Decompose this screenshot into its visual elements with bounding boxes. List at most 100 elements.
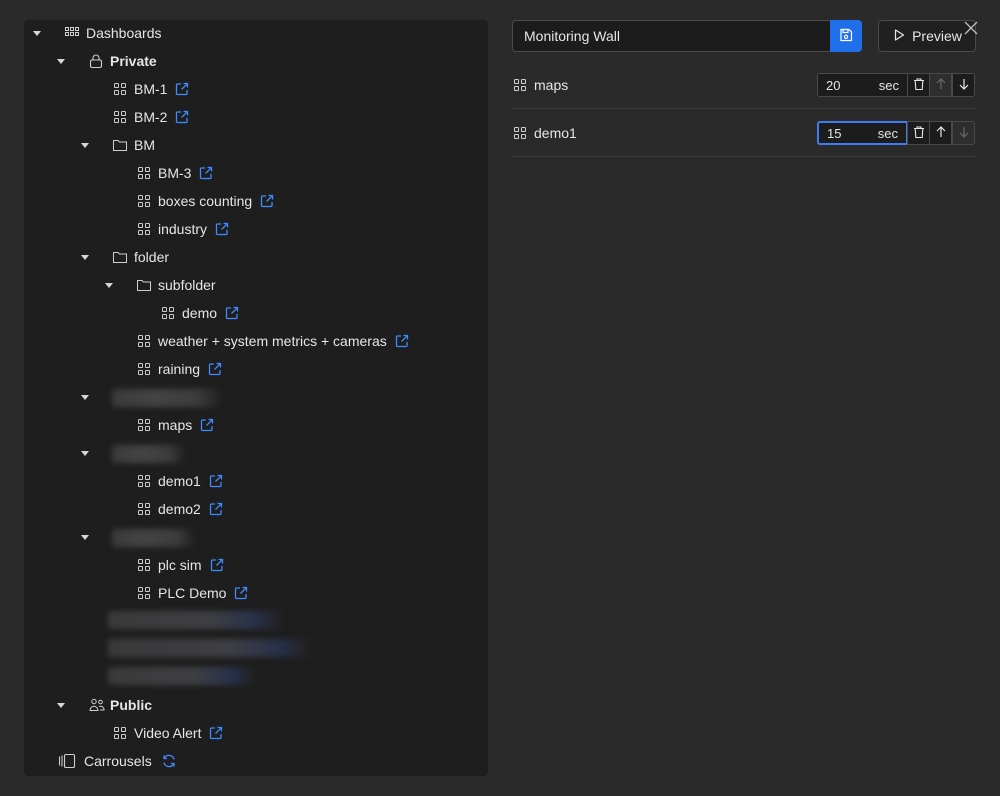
caret-down-icon[interactable] — [104, 280, 114, 290]
dashboard-tree-panel: Dashboards Private BM-1 BM-2 BM BM-3 box… — [24, 20, 488, 776]
external-link-icon[interactable] — [394, 333, 410, 349]
external-link-icon[interactable] — [209, 557, 225, 573]
external-link-icon[interactable] — [198, 165, 214, 181]
external-link-icon[interactable] — [224, 305, 240, 321]
caret-down-icon[interactable] — [56, 56, 66, 66]
close-icon[interactable] — [962, 19, 980, 37]
move-down-button[interactable] — [952, 73, 975, 97]
refresh-icon[interactable] — [161, 753, 177, 769]
tree-item-bm3[interactable]: BM-3 — [136, 161, 214, 185]
redacted-tree-item[interactable] — [108, 639, 310, 657]
dashboard-icon — [136, 473, 152, 489]
external-link-icon[interactable] — [233, 585, 249, 601]
dashboard-icon — [136, 585, 152, 601]
dashboard-icon — [136, 557, 152, 573]
move-up-button[interactable] — [929, 73, 952, 97]
redacted-folder-label — [112, 529, 194, 547]
tree-item-bm2[interactable]: BM-2 — [112, 105, 190, 129]
external-link-icon[interactable] — [259, 193, 275, 209]
tree-item-plc-sim[interactable]: plc sim — [136, 553, 225, 577]
caret-down-icon[interactable] — [80, 252, 90, 262]
carousel-item-row: demo1 15 sec — [512, 109, 976, 157]
tree-item-label: BM-2 — [134, 109, 168, 125]
dashboard-icon — [136, 417, 152, 433]
dashboard-icon — [112, 109, 128, 125]
carousel-name-input[interactable]: Monitoring Wall — [512, 20, 832, 52]
arrow-down-icon — [957, 125, 971, 142]
tree-item-maps[interactable]: maps — [136, 413, 215, 437]
save-button[interactable] — [830, 20, 862, 52]
tree-item-boxes-counting[interactable]: boxes counting — [136, 189, 275, 213]
external-link-icon[interactable] — [207, 361, 223, 377]
tree-item-demo1[interactable]: demo1 — [136, 469, 224, 493]
tree-item-video-alert[interactable]: Video Alert — [112, 721, 224, 745]
duration-value: 20 — [826, 77, 841, 93]
carousel-item-row: maps 20 sec — [512, 61, 976, 109]
dashboard-icon — [112, 725, 128, 741]
tree-item-label: demo1 — [158, 473, 201, 489]
tree-item-label: maps — [158, 417, 193, 433]
carousel-item-name: demo1 — [512, 109, 577, 157]
tree-root-label: Dashboards — [86, 25, 162, 41]
redacted-tree-item[interactable] — [108, 611, 282, 629]
tree-folder-bm[interactable]: BM — [80, 133, 155, 157]
tree-group-label: Public — [110, 697, 153, 713]
caret-down-icon[interactable] — [80, 140, 90, 150]
duration-input[interactable]: 20 sec — [817, 73, 908, 97]
arrow-down-icon — [957, 77, 971, 94]
tree-item-bm1[interactable]: BM-1 — [112, 77, 190, 101]
dashboard-icon — [136, 361, 152, 377]
redacted-tree-item[interactable] — [108, 667, 254, 685]
caret-down-icon[interactable] — [56, 700, 66, 710]
tree-item-label: demo — [182, 305, 218, 321]
tree-item-label: Video Alert — [134, 725, 202, 741]
external-link-icon[interactable] — [174, 109, 190, 125]
folder-icon — [136, 277, 152, 293]
tree-folder-subfolder[interactable]: subfolder — [104, 273, 216, 297]
external-link-icon[interactable] — [199, 417, 215, 433]
carousel-item-name: maps — [512, 61, 568, 109]
carousel-icon — [58, 753, 76, 769]
tree-item-industry[interactable]: industry — [136, 217, 230, 241]
folder-icon — [112, 137, 128, 153]
delete-button[interactable] — [907, 121, 930, 145]
caret-down-icon[interactable] — [32, 28, 42, 38]
tree-group-private[interactable]: Private — [56, 49, 157, 73]
dashboard-icon — [136, 501, 152, 517]
tree-root-carrousels[interactable]: Carrousels — [58, 749, 177, 773]
duration-input[interactable]: 15 sec — [817, 121, 908, 145]
tree-folder-label: subfolder — [158, 277, 216, 293]
tree-item-raining[interactable]: raining — [136, 357, 223, 381]
users-icon — [88, 697, 106, 713]
delete-button[interactable] — [907, 73, 930, 97]
move-down-button[interactable] — [952, 121, 975, 145]
play-icon — [892, 28, 906, 45]
tree-item-plc-demo[interactable]: PLC Demo — [136, 581, 249, 605]
caret-down-icon[interactable] — [80, 448, 90, 458]
external-link-icon[interactable] — [174, 81, 190, 97]
tree-folder-folder[interactable]: folder — [80, 245, 169, 269]
caret-down-icon[interactable] — [80, 392, 90, 402]
caret-down-icon[interactable] — [80, 532, 90, 542]
tree-item-label: BM-3 — [158, 165, 192, 181]
tree-item-label: plc sim — [158, 557, 202, 573]
dashboard-icon — [136, 333, 152, 349]
tree-item-demo2[interactable]: demo2 — [136, 497, 224, 521]
tree-item-weather[interactable]: weather + system metrics + cameras — [136, 329, 410, 353]
tree-item-demo[interactable]: demo — [160, 301, 240, 325]
external-link-icon[interactable] — [208, 473, 224, 489]
lock-icon — [88, 53, 104, 69]
dashboard-icon — [512, 125, 528, 141]
external-link-icon[interactable] — [208, 501, 224, 517]
dashboard-icon — [112, 81, 128, 97]
tree-root-dashboards[interactable]: Dashboards — [32, 21, 162, 45]
tree-item-label: weather + system metrics + cameras — [158, 333, 387, 349]
tree-group-public[interactable]: Public — [56, 693, 152, 717]
tree-item-label: demo2 — [158, 501, 201, 517]
move-up-button[interactable] — [929, 121, 952, 145]
external-link-icon[interactable] — [208, 725, 224, 741]
external-link-icon[interactable] — [214, 221, 230, 237]
tree-root-label: Carrousels — [84, 753, 152, 769]
tree-group-label: Private — [110, 53, 157, 69]
arrow-up-icon — [934, 125, 948, 142]
